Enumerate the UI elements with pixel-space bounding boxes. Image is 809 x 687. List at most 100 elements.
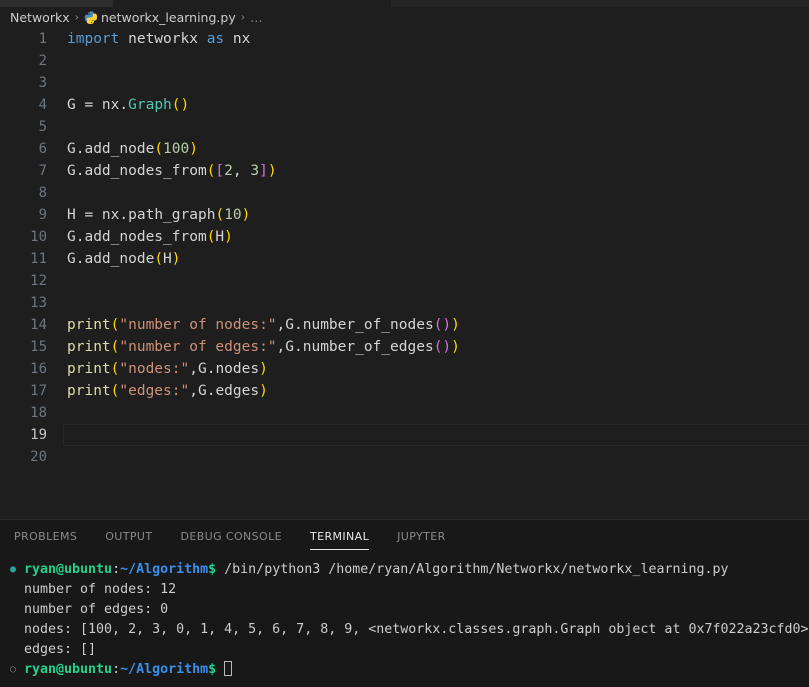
token: )	[442, 339, 452, 355]
token: )	[171, 251, 181, 267]
tab-problems[interactable]: PROBLEMS	[14, 520, 77, 554]
terminal-command: /bin/python3 /home/ryan/Algorithm/Networ…	[216, 562, 729, 577]
code-line-5[interactable]: 5	[0, 116, 809, 138]
token: ,	[276, 339, 286, 355]
breadcrumb-file[interactable]: networkx_learning.py	[101, 10, 236, 25]
token: .	[294, 317, 303, 333]
tab-segment-inactive-left[interactable]	[0, 0, 113, 7]
terminal-output-text: edges: []	[24, 642, 97, 657]
tab-segment-filler[interactable]	[391, 0, 809, 7]
editor-tab-strip[interactable]	[0, 0, 809, 7]
token: 3	[250, 163, 260, 179]
token: (	[154, 251, 164, 267]
code-editor[interactable]: 1 import networkx as nx 2 3 4 G = nx.Graph() 5…	[0, 28, 809, 519]
line-number: 15	[30, 339, 47, 355]
token: H	[67, 207, 85, 223]
code-line-6[interactable]: 6 G.add_node(100)	[0, 138, 809, 160]
token: (	[154, 141, 164, 157]
token: 100	[163, 141, 190, 157]
code-line-18[interactable]: 18	[0, 402, 809, 424]
line-number: 11	[30, 251, 47, 267]
token: networkx	[119, 31, 207, 47]
line-number: 4	[38, 97, 47, 113]
breadcrumb-ellipsis[interactable]: …	[250, 10, 264, 25]
code-text: H = nx.path_graph(10)	[67, 204, 250, 226]
code-line-4[interactable]: 4 G = nx.Graph()	[0, 94, 809, 116]
code-line-11[interactable]: 11 G.add_node(H)	[0, 248, 809, 270]
token: G	[285, 339, 294, 355]
breadcrumb-separator-icon-2: ›	[240, 10, 246, 24]
token: )	[224, 229, 233, 245]
terminal-command	[216, 662, 224, 677]
terminal-output-line: edges: []	[10, 640, 809, 660]
code-line-9[interactable]: 9 H = nx.path_graph(10)	[0, 204, 809, 226]
token: 2	[224, 163, 233, 179]
line-number: 17	[30, 383, 47, 399]
terminal-output[interactable]: ● ryan@ubuntu:~/Algorithm$ /bin/python3 /…	[0, 554, 809, 687]
token: edges	[215, 383, 260, 399]
panel-tab-bar[interactable]: PROBLEMS OUTPUT DEBUG CONSOLE TERMINAL JUPYT…	[0, 520, 809, 554]
code-line-8[interactable]: 8	[0, 182, 809, 204]
terminal-output-line: number of edges: 0	[10, 600, 809, 620]
token: G	[67, 97, 85, 113]
code-line-17[interactable]: 17 print("edges:",G.edges)	[0, 380, 809, 402]
code-line-13[interactable]: 13	[0, 292, 809, 314]
token: )	[442, 317, 452, 333]
token: G	[197, 361, 207, 377]
token: nx	[224, 31, 251, 47]
line-number: 16	[30, 361, 47, 377]
tab-jupyter[interactable]: JUPYTER	[397, 520, 446, 554]
token: ,	[189, 383, 198, 399]
line-number: 10	[30, 229, 47, 245]
terminal-prompt-line: ● ryan@ubuntu:~/Algorithm$ /bin/python3 /…	[10, 560, 809, 580]
tab-segment-active[interactable]	[113, 0, 391, 7]
code-text: G.add_nodes_from([2, 3])	[67, 160, 277, 182]
token: [	[215, 163, 225, 179]
token: add_nodes_from	[84, 229, 207, 245]
token: print	[67, 361, 111, 377]
code-line-3[interactable]: 3	[0, 72, 809, 94]
code-line-16[interactable]: 16 print("nodes:",G.nodes)	[0, 358, 809, 380]
terminal-output-line: number of nodes: 12	[10, 580, 809, 600]
code-line-12[interactable]: 12	[0, 270, 809, 292]
token: =	[84, 97, 94, 113]
tab-debug-console[interactable]: DEBUG CONSOLE	[180, 520, 282, 554]
token: )	[259, 383, 268, 399]
token: print	[67, 339, 111, 355]
terminal-cwd: ~/Algorithm	[120, 662, 209, 677]
token: add_node	[84, 251, 155, 267]
line-number: 19	[30, 427, 47, 443]
line-number: 13	[30, 295, 47, 311]
token: add_node	[84, 141, 155, 157]
token: .	[119, 97, 129, 113]
token: (	[171, 97, 181, 113]
terminal-output-line: nodes: [100, 2, 3, 0, 1, 4, 5, 6, 7, 8, …	[10, 620, 809, 640]
line-number: 20	[30, 449, 47, 465]
line-number: 14	[30, 317, 47, 333]
token: number_of_nodes	[302, 317, 434, 333]
code-line-10[interactable]: 10 G.add_nodes_from(H)	[0, 226, 809, 248]
code-line-1[interactable]: 1 import networkx as nx	[0, 28, 809, 50]
command-pending-icon: ○	[10, 664, 17, 675]
tab-output[interactable]: OUTPUT	[105, 520, 152, 554]
line-number: 3	[38, 75, 47, 91]
line-number: 2	[38, 53, 47, 69]
breadcrumb[interactable]: Networkx › networkx_learning.py › …	[0, 7, 809, 28]
code-text: G = nx.Graph()	[67, 94, 189, 116]
breadcrumb-folder[interactable]: Networkx	[10, 10, 70, 25]
token: print	[67, 317, 111, 333]
token: ,	[232, 163, 251, 179]
code-line-20[interactable]: 20	[0, 446, 809, 468]
code-line-19[interactable]: 19	[0, 424, 809, 446]
code-line-7[interactable]: 7 G.add_nodes_from([2, 3])	[0, 160, 809, 182]
token: )	[189, 141, 198, 157]
code-line-15[interactable]: 15 print("number of edges:",G.number_of_e…	[0, 336, 809, 358]
code-text: print("number of nodes:",G.number_of_nod…	[67, 314, 460, 336]
token: G	[285, 317, 294, 333]
code-text: print("edges:",G.edges)	[67, 380, 268, 402]
code-text: G.add_nodes_from(H)	[67, 226, 233, 248]
code-line-2[interactable]: 2	[0, 50, 809, 72]
tab-terminal[interactable]: TERMINAL	[310, 520, 370, 554]
active-line-highlight	[63, 424, 809, 446]
code-line-14[interactable]: 14 print("number of nodes:",G.number_of_n…	[0, 314, 809, 336]
